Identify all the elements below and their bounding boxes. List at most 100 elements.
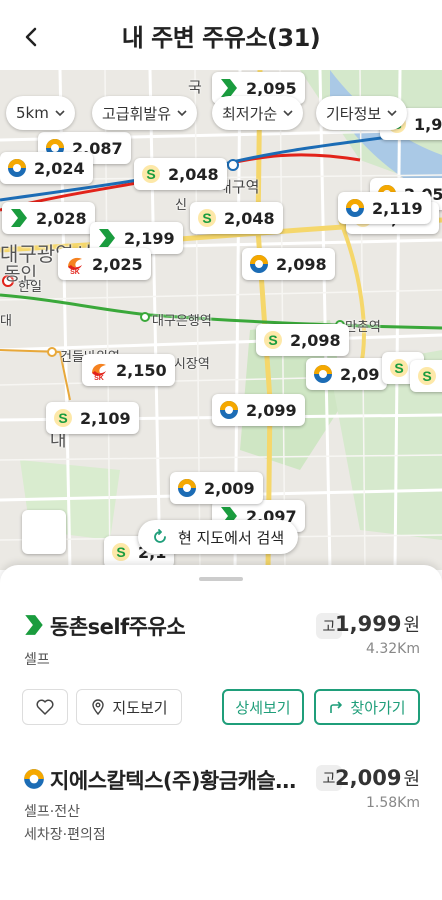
map-pin[interactable]: S 2,048 [134,158,227,190]
svg-text:S: S [146,166,155,182]
detail-button[interactable]: 상세보기 [222,689,304,725]
gs-logo-icon [8,207,30,229]
svg-text:S: S [268,332,277,348]
filter-label: 고급휘발유 [102,104,172,123]
map-label-sin: 신 [175,198,187,213]
station-distance: 4.32Km [366,641,420,657]
pin-price: 2,150 [116,360,167,380]
s-oil-logo-icon: S [52,407,74,429]
turn-right-arrow-icon [330,701,343,713]
map-pin[interactable]: S 2,109 [46,402,139,434]
map-pin[interactable]: 2,099 [212,394,305,426]
pin-price: 2,199 [124,228,175,248]
favorite-button[interactable] [22,689,68,725]
map-label-hanil: 한일 [18,280,42,295]
map-pin[interactable]: SK 2,150 [82,354,175,386]
map-pin[interactable]: S 2,048 [190,202,283,234]
map-pin[interactable]: 2,09 [306,358,388,390]
station-name: 동촌self주유소 [50,615,186,639]
gs-logo-icon [96,227,118,249]
pin-price: 2,095 [246,78,297,98]
filter-label: 기타정보 [326,104,382,123]
chevron-down-icon [283,110,293,117]
station-price: 2,009 원 [335,765,420,791]
location-pin-icon [92,699,105,715]
station-distance: 1.58Km [366,795,420,811]
pin-price: 2,024 [34,158,85,178]
sk-logo-icon: SK [64,253,86,275]
map-pin[interactable]: SK 2,025 [58,248,151,280]
filter-label: 최저가순 [222,104,278,123]
map-view[interactable]: 대구역 대구은행역 수성시장역 만촌역 대구광역시 동인 한일 국 신 대 건들… [0,70,442,570]
pin-price: 2,098 [276,254,327,274]
sheet-drag-handle[interactable] [199,577,243,581]
search-this-area-label: 현 지도에서 검색 [178,528,285,547]
s-oil-logo-icon: S [416,365,438,387]
pin-price: 2,048 [224,208,275,228]
pin-price: 2,099 [246,400,297,420]
map-pin[interactable]: 2,098 [242,248,335,280]
hd-logo-icon [22,767,46,791]
station-name: 지에스칼텍스(주)황금캐슬주유소 [50,769,302,793]
map-pin[interactable]: 2,119 [338,192,431,224]
chevron-left-icon [25,27,37,47]
svg-text:S: S [116,544,125,560]
pin-price: 2,098 [290,330,341,350]
sk-logo-icon: SK [88,359,110,381]
hd-logo-icon [6,157,28,179]
price-unit: 원 [403,615,420,636]
filter-sort[interactable]: 최저가순 [212,96,304,130]
view-on-map-button[interactable]: 지도보기 [76,689,182,725]
station-tags: 셀프·전산 [24,804,80,820]
station-price: 1,999 원 [335,611,420,637]
map-pin[interactable]: 2,009 [170,472,263,504]
station-amenities: 세차장·편의점 [24,827,106,843]
svg-text:SK: SK [70,269,80,275]
map-control-button[interactable] [22,510,66,554]
station-list-sheet[interactable]: 동촌self주유소 셀프 고 1,999 원 4.32Km 지도보기 상세보기 찾… [0,565,442,900]
price-unit: 원 [403,769,420,790]
back-button[interactable] [16,22,46,52]
search-this-area-button[interactable]: 현 지도에서 검색 [138,520,299,554]
filter-fuel-type[interactable]: 고급휘발유 [92,96,198,130]
filter-bar: 5km 고급휘발유 최저가순 기타정보 [0,96,442,130]
s-oil-logo-icon: S [262,329,284,351]
map-label-mancheon-station: 만촌역 [345,320,381,335]
hd-logo-icon [248,253,270,275]
chevron-down-icon [387,110,397,117]
pin-price: 2,009 [204,478,255,498]
s-oil-logo-icon: S [388,357,410,379]
app-header: 내 주변 주유소(31) [0,0,442,70]
map-label-dae: 대 [0,314,12,329]
s-oil-logo-icon: S [140,163,162,185]
chevron-down-icon [55,110,65,117]
hd-logo-icon [344,197,366,219]
heart-icon [36,699,54,715]
svg-text:S: S [202,210,211,226]
pin-price: 2,119 [372,198,423,218]
map-label-daegu-eunhaeng-station: 대구은행역 [152,314,212,329]
svg-text:S: S [394,360,403,376]
map-pin[interactable]: 2,024 [0,152,93,184]
price-value: 1,999 [335,612,402,636]
filter-extra-info[interactable]: 기타정보 [316,96,408,130]
pin-price: 2,025 [92,254,143,274]
map-pin[interactable]: 2,028 [2,202,95,234]
pin-price: 2,028 [36,208,87,228]
map-pin[interactable]: S [410,360,442,392]
pin-price: 2,109 [80,408,131,428]
price-value: 2,009 [335,766,402,790]
chevron-down-icon [177,110,187,117]
view-on-map-label: 지도보기 [112,698,168,717]
s-oil-logo-icon: S [110,541,132,563]
detail-label: 상세보기 [235,698,291,717]
page-title: 내 주변 주유소(31) [121,23,321,52]
s-oil-logo-icon: S [196,207,218,229]
svg-text:S: S [422,368,431,384]
filter-radius[interactable]: 5km [6,96,75,130]
hd-logo-icon [312,363,334,385]
navigate-button[interactable]: 찾아가기 [314,689,420,725]
filter-label: 5km [16,104,49,122]
hd-logo-icon [218,399,240,421]
map-pin[interactable]: S 2,098 [256,324,349,356]
